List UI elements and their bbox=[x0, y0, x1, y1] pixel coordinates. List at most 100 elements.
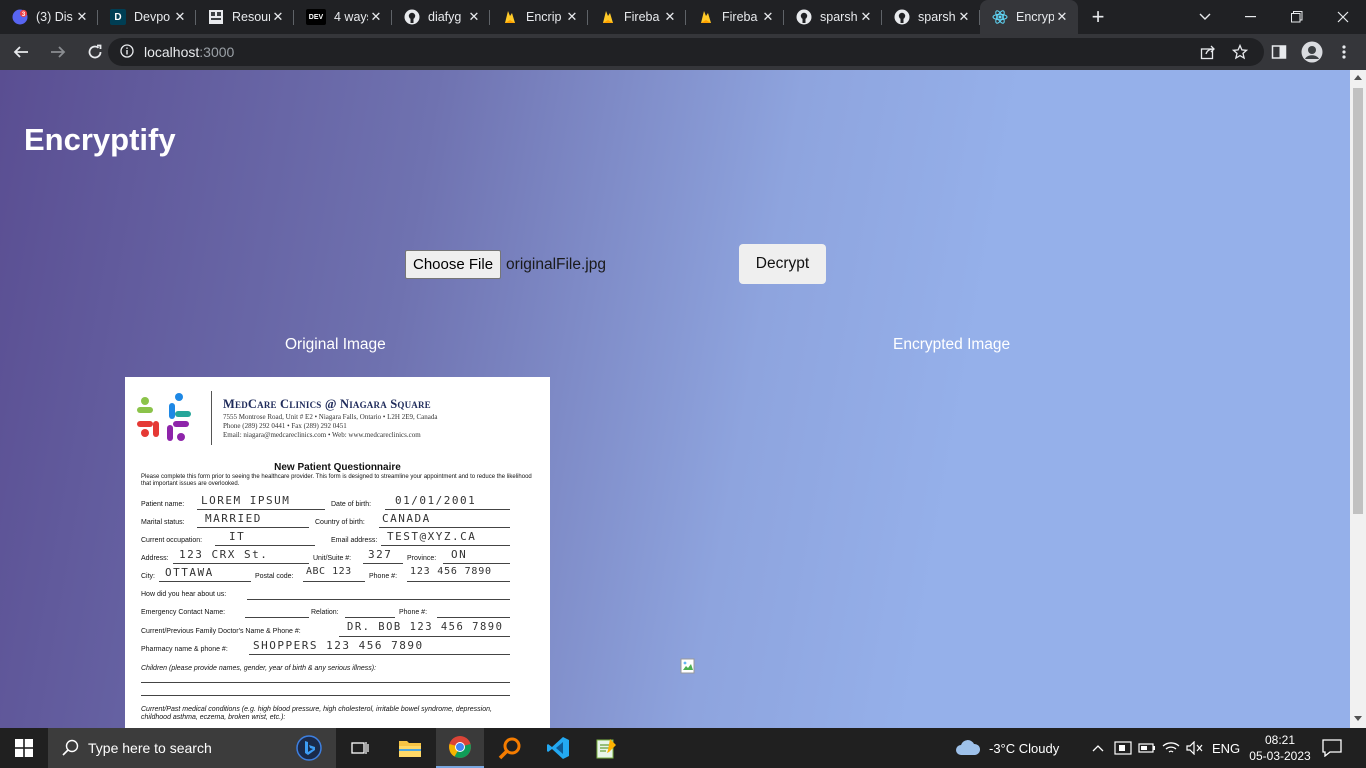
email-line: Email: niagara@medcareclinics.com • Web:… bbox=[223, 431, 421, 439]
notepad-icon[interactable] bbox=[582, 728, 630, 768]
address-bar[interactable]: localhost:3000 bbox=[108, 38, 1264, 66]
close-tab-icon[interactable]: ✕ bbox=[172, 9, 188, 25]
app-title: Encryptify bbox=[24, 122, 176, 157]
close-tab-icon[interactable]: ✕ bbox=[956, 9, 972, 25]
browser-tab[interactable]: Encrip ✕ bbox=[490, 0, 588, 34]
github-icon bbox=[404, 9, 420, 25]
clock-time: 08:21 bbox=[1264, 733, 1296, 747]
file-explorer-icon[interactable] bbox=[388, 728, 432, 768]
form-label: Marital status: bbox=[141, 519, 185, 526]
phone-line: Phone (289) 292 0441 • Fax (289) 292 045… bbox=[223, 422, 347, 430]
file-input[interactable]: Choose File originalFile.jpg bbox=[405, 250, 606, 279]
info-icon[interactable] bbox=[120, 43, 134, 61]
form-value: ABC 123 bbox=[306, 566, 352, 577]
form-value: MARRIED bbox=[205, 512, 262, 525]
form-label: Current occupation: bbox=[141, 537, 203, 544]
form-underline bbox=[215, 545, 315, 546]
browser-tab[interactable]: sparsh ✕ bbox=[784, 0, 882, 34]
form-value: SHOPPERS 123 456 7890 bbox=[253, 639, 424, 652]
side-panel-icon[interactable] bbox=[1263, 36, 1295, 68]
form-value: OTTAWA bbox=[165, 566, 214, 579]
form-underline bbox=[437, 617, 510, 618]
close-window-icon[interactable] bbox=[1320, 0, 1366, 34]
weather-widget[interactable]: -3°C Cloudy bbox=[955, 728, 1059, 768]
back-icon[interactable] bbox=[5, 36, 37, 68]
clinic-logo-icon bbox=[137, 393, 191, 441]
browser-tab[interactable]: Fireba ✕ bbox=[686, 0, 784, 34]
close-tab-icon[interactable]: ✕ bbox=[270, 9, 286, 25]
bookmark-star-icon[interactable] bbox=[1224, 36, 1256, 68]
encrypted-image-broken-icon bbox=[680, 658, 695, 674]
menu-icon[interactable] bbox=[1328, 36, 1360, 68]
minimize-icon[interactable] bbox=[1228, 0, 1274, 34]
notification-icon[interactable] bbox=[1322, 728, 1342, 768]
chrome-taskbar-icon[interactable] bbox=[436, 728, 484, 768]
tab-search-icon[interactable] bbox=[1182, 0, 1228, 34]
form-value: CANADA bbox=[382, 512, 431, 525]
close-tab-icon[interactable]: ✕ bbox=[662, 9, 678, 25]
url-port: :3000 bbox=[199, 44, 235, 60]
wifi-icon[interactable] bbox=[1162, 728, 1180, 768]
share-icon[interactable] bbox=[1192, 36, 1224, 68]
show-hidden-icons[interactable] bbox=[1092, 728, 1104, 768]
start-icon[interactable] bbox=[0, 728, 48, 768]
browser-tab[interactable]: sparsh ✕ bbox=[882, 0, 980, 34]
form-label: How did you hear about us: bbox=[141, 591, 227, 598]
selected-file-name: originalFile.jpg bbox=[506, 255, 606, 273]
choose-file-button[interactable]: Choose File bbox=[405, 250, 502, 279]
language-indicator[interactable]: ENG bbox=[1212, 728, 1240, 768]
form-title: New Patient Questionnaire bbox=[274, 462, 401, 473]
bing-icon[interactable] bbox=[292, 728, 326, 768]
browser-tab[interactable]: Resour ✕ bbox=[196, 0, 294, 34]
clock[interactable]: 08:21 05-03-2023 bbox=[1248, 728, 1312, 768]
form-label: Pharmacy name & phone #: bbox=[141, 646, 228, 653]
task-view-icon[interactable] bbox=[340, 728, 380, 768]
form-underline bbox=[385, 509, 510, 510]
close-tab-icon[interactable]: ✕ bbox=[564, 9, 580, 25]
new-tab-button[interactable]: + bbox=[1078, 0, 1118, 34]
tab-title: sparsh bbox=[820, 10, 858, 24]
tab-title: Resour bbox=[232, 10, 270, 24]
close-tab-icon[interactable]: ✕ bbox=[858, 9, 874, 25]
browser-tab[interactable]: D Devpo ✕ bbox=[98, 0, 196, 34]
form-value: LOREM IPSUM bbox=[201, 494, 291, 507]
close-tab-icon[interactable]: ✕ bbox=[760, 9, 776, 25]
restore-icon[interactable] bbox=[1274, 0, 1320, 34]
reload-icon[interactable] bbox=[79, 36, 111, 68]
resource-icon bbox=[208, 9, 224, 25]
browser-tab[interactable]: Fireba ✕ bbox=[588, 0, 686, 34]
volume-muted-icon[interactable] bbox=[1186, 728, 1204, 768]
form-label: Province: bbox=[407, 555, 437, 562]
browser-tab-active[interactable]: Encryp ✕ bbox=[980, 0, 1078, 34]
form-value: IT bbox=[229, 530, 246, 543]
form-intro: Please complete this form prior to seein… bbox=[141, 474, 532, 487]
form-value: 01/01/2001 bbox=[395, 494, 477, 507]
form-underline bbox=[339, 636, 510, 637]
url-host: localhost bbox=[144, 44, 200, 60]
form-value: 123 456 7890 bbox=[410, 566, 492, 577]
devpost-icon: D bbox=[110, 9, 126, 25]
close-tab-icon[interactable]: ✕ bbox=[368, 9, 384, 25]
form-underline bbox=[247, 599, 510, 600]
browser-tab[interactable]: DEV 4 ways ✕ bbox=[294, 0, 392, 34]
form-underline bbox=[381, 545, 510, 546]
search-app-icon[interactable] bbox=[486, 728, 534, 768]
address-line: 7555 Montrose Road, Unit # E2 • Niagara … bbox=[223, 413, 438, 421]
form-underline bbox=[379, 527, 510, 528]
forward-icon[interactable] bbox=[42, 36, 74, 68]
scroll-up-icon[interactable] bbox=[1354, 75, 1362, 80]
browser-tab[interactable]: 3 (3) Dis ✕ bbox=[0, 0, 98, 34]
battery-icon[interactable] bbox=[1138, 728, 1156, 768]
decrypt-button[interactable]: Decrypt bbox=[739, 244, 826, 284]
scroll-down-icon[interactable] bbox=[1354, 716, 1362, 721]
close-tab-icon[interactable]: ✕ bbox=[1054, 9, 1070, 25]
browser-tab[interactable]: diafyg ✕ bbox=[392, 0, 490, 34]
page-scrollbar[interactable] bbox=[1350, 70, 1366, 728]
form-label: City: bbox=[141, 573, 155, 580]
close-tab-icon[interactable]: ✕ bbox=[74, 9, 90, 25]
profile-avatar[interactable] bbox=[1296, 36, 1328, 68]
vscode-icon[interactable] bbox=[534, 728, 582, 768]
scrollbar-thumb[interactable] bbox=[1353, 88, 1363, 514]
meet-now-icon[interactable] bbox=[1114, 728, 1132, 768]
close-tab-icon[interactable]: ✕ bbox=[466, 9, 482, 25]
